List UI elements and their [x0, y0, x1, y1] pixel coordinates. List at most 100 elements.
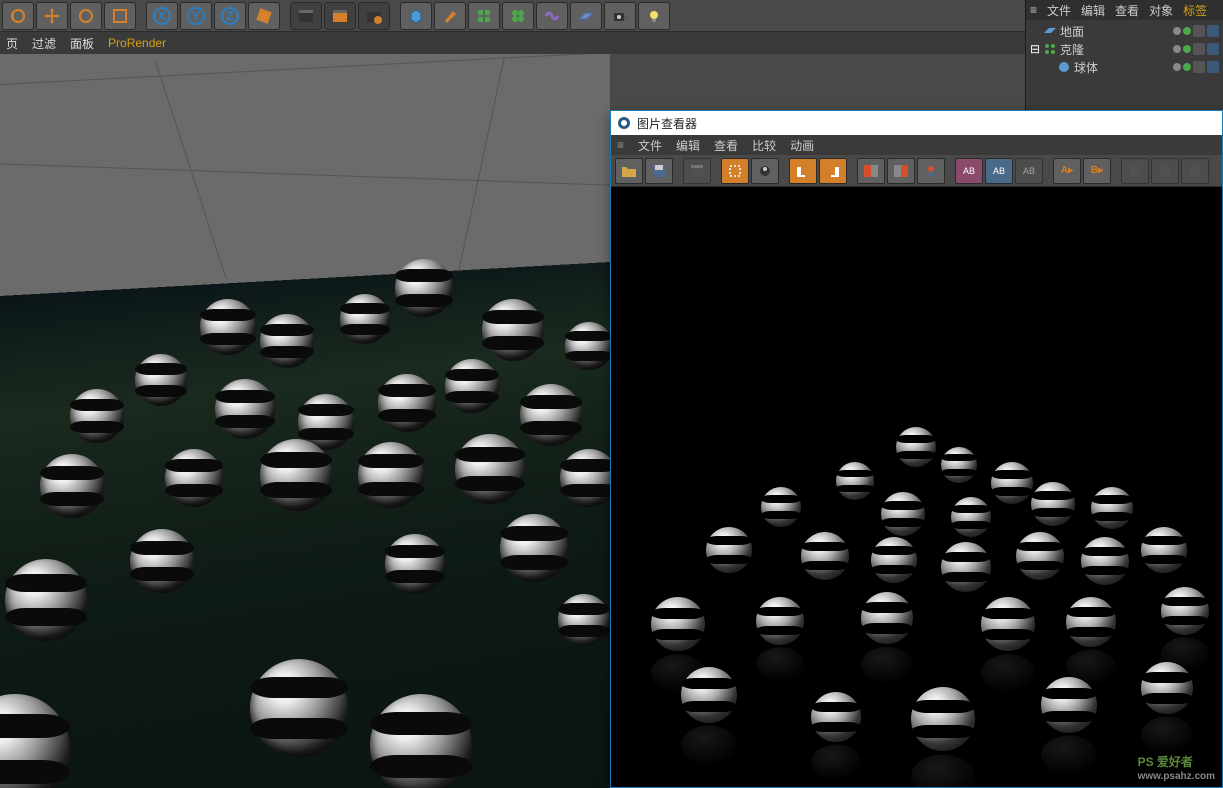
obj-menu-object[interactable]: 对象	[1149, 2, 1173, 19]
pv-compare-b-button[interactable]	[887, 158, 915, 184]
pv-menu-edit[interactable]: 编辑	[676, 137, 700, 154]
object-tree[interactable]: 地面⊟克隆球体	[1026, 20, 1223, 78]
sphere-object[interactable]	[565, 322, 610, 370]
sphere-object[interactable]	[385, 534, 445, 594]
render-settings-button[interactable]	[358, 2, 390, 30]
render-output[interactable]	[611, 187, 1222, 787]
sphere-object[interactable]	[445, 359, 499, 413]
sphere-object[interactable]	[70, 389, 124, 443]
cube-button[interactable]	[400, 2, 432, 30]
rendered-sphere	[811, 692, 861, 742]
sphere-object[interactable]	[482, 299, 544, 361]
viewport-perspective[interactable]	[0, 54, 610, 788]
pv-b-arrow-button[interactable]: B▸	[1083, 158, 1111, 184]
rendered-sphere	[761, 487, 801, 527]
render-region-button[interactable]	[324, 2, 356, 30]
sphere-object[interactable]	[358, 442, 424, 508]
floor-button[interactable]	[570, 2, 602, 30]
light-button[interactable]	[638, 2, 670, 30]
sphere-object[interactable]	[455, 434, 525, 504]
sphere-object[interactable]	[370, 694, 472, 788]
pv-copy-b-button[interactable]	[819, 158, 847, 184]
sphere-object[interactable]	[5, 559, 87, 641]
pv-render-region-button[interactable]	[721, 158, 749, 184]
coord-button[interactable]	[248, 2, 280, 30]
rendered-sphere	[801, 532, 849, 580]
camera-button[interactable]	[604, 2, 636, 30]
sphere-object[interactable]	[130, 529, 194, 593]
move-button[interactable]	[36, 2, 68, 30]
pv-ab-toggle-button[interactable]: AB	[1015, 158, 1043, 184]
axis-x-button[interactable]: X	[146, 2, 178, 30]
sphere-object[interactable]	[340, 294, 390, 344]
sphere-object[interactable]	[165, 449, 223, 507]
pv-channel-1-button[interactable]	[1121, 158, 1149, 184]
sphere-object[interactable]	[378, 374, 436, 432]
rendered-sphere	[1081, 537, 1129, 585]
pv-save-button[interactable]	[645, 158, 673, 184]
pv-copy-a-button[interactable]	[789, 158, 817, 184]
sphere-object[interactable]	[40, 454, 104, 518]
pv-filter-button[interactable]	[917, 158, 945, 184]
svg-text:Z: Z	[226, 9, 233, 23]
rendered-sphere	[951, 497, 991, 537]
picture-viewer-window: 图片查看器 ≡ 文件 编辑 查看 比较 动画 AB AB AB A▸ B▸	[610, 110, 1223, 788]
pv-compare-a-button[interactable]	[857, 158, 885, 184]
svg-text:Y: Y	[192, 9, 200, 23]
pv-history-button[interactable]	[683, 158, 711, 184]
pv-menu-anim[interactable]: 动画	[790, 137, 814, 154]
cloner-button[interactable]	[502, 2, 534, 30]
rendered-sphere	[896, 427, 936, 467]
sphere-object[interactable]	[560, 449, 610, 507]
menu-filter[interactable]: 过滤	[32, 35, 56, 52]
tree-row-地面[interactable]: 地面	[1030, 22, 1219, 40]
pv-ab-right-button[interactable]: AB	[985, 158, 1013, 184]
array-button[interactable]	[468, 2, 500, 30]
pv-menu-compare[interactable]: 比较	[752, 137, 776, 154]
sphere-object[interactable]	[395, 259, 453, 317]
menu-prorender[interactable]: ProRender	[108, 36, 166, 50]
pv-menu-handle[interactable]: ≡	[617, 138, 624, 152]
pv-channel-3-button[interactable]	[1181, 158, 1209, 184]
obj-menu-tags[interactable]: 标签	[1183, 2, 1207, 19]
rendered-sphere	[911, 687, 975, 751]
obj-menu-view[interactable]: 查看	[1115, 2, 1139, 19]
pv-ab-left-button[interactable]: AB	[955, 158, 983, 184]
sphere-object[interactable]	[260, 439, 332, 511]
obj-menu-handle[interactable]: ≡	[1030, 3, 1037, 17]
sphere-object[interactable]	[250, 659, 348, 757]
pv-menu-file[interactable]: 文件	[638, 137, 662, 154]
scale-button[interactable]	[104, 2, 136, 30]
menu-view[interactable]: 页	[6, 35, 18, 52]
pv-open-button[interactable]	[615, 158, 643, 184]
sphere-object[interactable]	[135, 354, 187, 406]
rendered-sphere	[1141, 662, 1193, 714]
tree-row-球体[interactable]: 球体	[1030, 58, 1219, 76]
pv-a-arrow-button[interactable]: A▸	[1053, 158, 1081, 184]
axis-z-button[interactable]: Z	[214, 2, 246, 30]
rotate-button[interactable]	[70, 2, 102, 30]
deformer-button[interactable]	[536, 2, 568, 30]
pv-render-active-button[interactable]	[751, 158, 779, 184]
pv-channel-2-button[interactable]	[1151, 158, 1179, 184]
sphere-object[interactable]	[200, 299, 256, 355]
sphere-object[interactable]	[558, 594, 610, 646]
obj-menu-edit[interactable]: 编辑	[1081, 2, 1105, 19]
obj-menu-file[interactable]: 文件	[1047, 2, 1071, 19]
sphere-object[interactable]	[260, 314, 314, 368]
axis-y-button[interactable]: Y	[180, 2, 212, 30]
tree-row-克隆[interactable]: ⊟克隆	[1030, 40, 1219, 58]
sphere-object[interactable]	[500, 514, 568, 582]
picture-viewer-titlebar[interactable]: 图片查看器	[611, 111, 1222, 135]
sphere-object[interactable]	[520, 384, 582, 446]
watermark-bottom: PS 爱好者 www.psahz.com	[1138, 750, 1215, 782]
pen-button[interactable]	[434, 2, 466, 30]
menu-panel[interactable]: 面板	[70, 35, 94, 52]
render-button[interactable]	[290, 2, 322, 30]
rendered-sphere	[1161, 587, 1209, 635]
rendered-sphere	[1041, 677, 1097, 733]
undo-button[interactable]	[2, 2, 34, 30]
app-icon	[617, 116, 631, 130]
pv-menu-view[interactable]: 查看	[714, 137, 738, 154]
sphere-object[interactable]	[215, 379, 275, 439]
